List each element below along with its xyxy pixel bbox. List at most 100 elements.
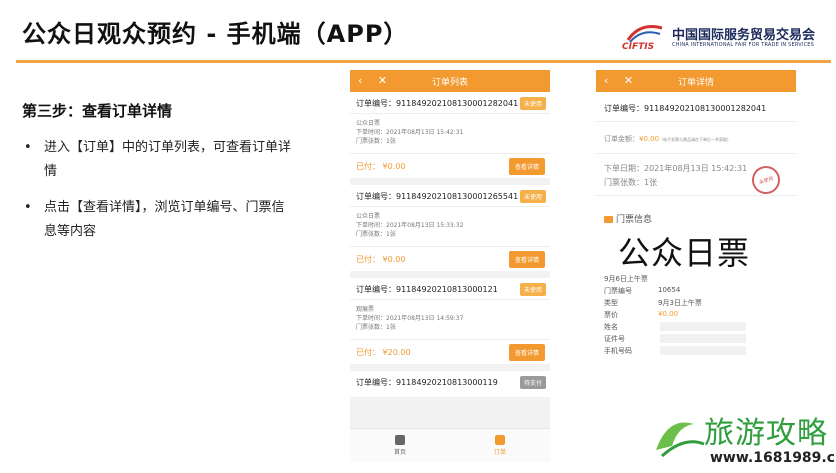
ticket-field-row: 9月6日上午票 [604, 274, 784, 286]
field-key: 类型 [604, 299, 618, 307]
order-time: 下单日期：2021年08月13日 15:42:31 [604, 164, 748, 173]
site-watermark: 旅游攻略 www.1681989.cn [648, 406, 836, 473]
ticket-field-row: 类型 9月3日上午票 [604, 298, 784, 310]
order-info: 公众日票 下单时间：2021年08月13日 15:42:31 门票张数：1张 [350, 114, 550, 154]
amount-note: （电子发票与票品请在下单后一并获取） [659, 137, 732, 142]
field-key: 证件号 [604, 335, 625, 343]
logo-name-en: CHINA INTERNATIONAL FAIR FOR TRADE IN SE… [672, 42, 815, 48]
tab-label: 首页 [393, 449, 406, 456]
order-time: 下单时间：2021年08月13日 15:33:32 [356, 222, 464, 229]
ticket-type: 观展票 [356, 306, 375, 313]
order-number: 订单编号：91184920210813000121 [356, 285, 498, 294]
order-card[interactable]: 订单编号：91184920210813000119 待支付 [350, 371, 550, 397]
paid-amount: 已付： ¥0.00 [356, 255, 406, 264]
ticket-type: 公众日票 [356, 120, 381, 127]
detail-order-number-row: 订单编号：911849202108130001282041 [596, 92, 796, 122]
instruction-item: • 进入【订单】中的订单列表，可查看订单详情 [24, 136, 294, 184]
ticket-field-row: 手机号码 [604, 346, 784, 358]
header-divider [16, 60, 831, 63]
status-badge: 未使用 [519, 97, 546, 110]
home-icon [395, 435, 405, 445]
ticket-count: 门票张数：1张 [356, 231, 396, 238]
field-value: 10654 [658, 286, 681, 294]
ticket-field-row: 证件号 [604, 334, 784, 346]
ticket-field-row: 门票编号 10654 [604, 286, 784, 298]
watermark-url: www.1681989.cn [710, 450, 836, 466]
field-key: 门票编号 [604, 287, 632, 295]
watermark-swirl-icon [656, 422, 705, 458]
redacted-value [660, 346, 746, 355]
view-details-button[interactable]: 查看详情 [508, 344, 545, 361]
redacted-value [660, 334, 746, 343]
ticket-field-row: 姓名 [604, 322, 784, 334]
tab-orders[interactable]: 订单 [450, 429, 550, 462]
watermark-text: 旅游攻略 [704, 416, 828, 451]
ticket-section-header: 门票信息 [604, 212, 652, 225]
order-detail-navbar: ‹ ✕ 订单详情 [596, 70, 796, 92]
paid-amount: 已付： ¥0.00 [356, 162, 406, 171]
order-card[interactable]: 订单编号：91184920210813000121 未使用 观展票 下单时间：2… [350, 278, 550, 364]
slide-title: 公众日观众预约 - 手机端（APP） [22, 20, 409, 48]
ticket-count: 门票张数：1张 [604, 178, 658, 187]
tab-home[interactable]: 首页 [350, 429, 450, 462]
order-header: 订单编号：91184920210813000121 未使用 [350, 278, 550, 300]
instruction-list: • 进入【订单】中的订单列表，可查看订单详情 • 点击【查看详情】，浏览订单编号… [24, 136, 294, 256]
order-number: 订单编号：911849202108130001282041 [356, 99, 519, 108]
ticket-field-row: 票价 ¥0.00 [604, 310, 784, 322]
order-footer: 已付： ¥0.00 查看详情 [350, 154, 550, 178]
order-number: 订单编号：911849202108130001265541 [356, 192, 519, 201]
order-footer: 已付： ¥0.00 查看详情 [350, 247, 550, 271]
order-icon [495, 435, 505, 445]
ticket-count: 门票张数：1张 [356, 138, 396, 145]
order-time: 下单时间：2021年08月13日 14:59:37 [356, 315, 464, 322]
field-value: 9月3日上午票 [658, 299, 702, 307]
ticket-count: 门票张数：1张 [356, 324, 396, 331]
order-header: 订单编号：911849202108130001265541 未使用 [350, 185, 550, 207]
field-key: 姓名 [604, 323, 618, 331]
status-badge: 未使用 [519, 190, 546, 203]
order-detail-screen: ‹ ✕ 订单详情 订单编号：911849202108130001282041 订… [596, 70, 796, 420]
field-value: ¥0.00 [658, 310, 679, 318]
ticket-section-title: 门票信息 [616, 215, 653, 225]
order-card[interactable]: 订单编号：911849202108130001265541 未使用 公众日票 下… [350, 185, 550, 271]
field-key: 手机号码 [604, 347, 632, 355]
order-card[interactable]: 订单编号：911849202108130001282041 未使用 公众日票 下… [350, 92, 550, 178]
amount-value: ¥0.00 [639, 135, 660, 143]
logo-name-cn: 中国国际服务贸易交易会 [672, 28, 816, 43]
navbar-title: 订单详情 [677, 77, 714, 88]
ciftis-logo: CIFTIS 中国国际服务贸易交易会 CHINA INTERNATIONAL F… [622, 20, 822, 56]
bottom-tabbar: 首页 订单 [350, 428, 550, 462]
navbar-title: 订单列表 [431, 77, 468, 88]
instruction-text: 点击【查看详情】，浏览订单编号、门票信息等内容 [44, 200, 285, 239]
ticket-type: 公众日票 [356, 213, 381, 220]
order-header: 订单编号：91184920210813000119 待支付 [350, 371, 550, 397]
ticket-icon [604, 216, 613, 223]
amount-label: 订单金额： [604, 135, 639, 143]
back-close-icon[interactable]: ‹ ✕ [358, 74, 393, 87]
detail-amount-row: 订单金额：¥0.00（电子发票与票品请在下单后一并获取） [596, 122, 796, 154]
view-details-button[interactable]: 查看详情 [508, 251, 545, 268]
order-list-screen: ‹ ✕ 订单列表 订单编号：911849202108130001282041 未… [350, 70, 550, 462]
view-details-button[interactable]: 查看详情 [508, 158, 545, 175]
order-info: 观展票 下单时间：2021年08月13日 14:59:37 门票张数：1张 [350, 300, 550, 340]
status-badge: 未使用 [519, 283, 546, 296]
ticket-fields: 9月6日上午票 门票编号 10654 类型 9月3日上午票 票价 ¥0.00 姓名 证… [604, 274, 784, 358]
ticket-type-overlay: 公众日票 [618, 234, 751, 272]
order-header: 订单编号：911849202108130001282041 未使用 [350, 92, 550, 114]
order-list-navbar: ‹ ✕ 订单列表 [350, 70, 550, 92]
bullet-icon: • [24, 140, 32, 155]
paid-amount: 已付： ¥20.00 [356, 348, 411, 357]
detail-order-number: 订单编号：911849202108130001282041 [604, 104, 767, 113]
redacted-value [660, 322, 746, 331]
back-close-icon[interactable]: ‹ ✕ [604, 74, 639, 87]
order-footer: 已付： ¥20.00 查看详情 [350, 340, 550, 364]
status-badge: 待支付 [519, 376, 546, 389]
order-number: 订单编号：91184920210813000119 [356, 378, 498, 387]
field-key: 票价 [604, 311, 618, 319]
bullet-icon: • [24, 200, 32, 215]
instruction-text: 进入【订单】中的订单列表，可查看订单详情 [44, 140, 292, 179]
tab-label: 订单 [493, 449, 506, 456]
order-time: 下单时间：2021年08月13日 15:42:31 [356, 129, 464, 136]
field-key: 9月6日上午票 [604, 275, 648, 283]
order-info: 公众日票 下单时间：2021年08月13日 15:33:32 门票张数：1张 [350, 207, 550, 247]
